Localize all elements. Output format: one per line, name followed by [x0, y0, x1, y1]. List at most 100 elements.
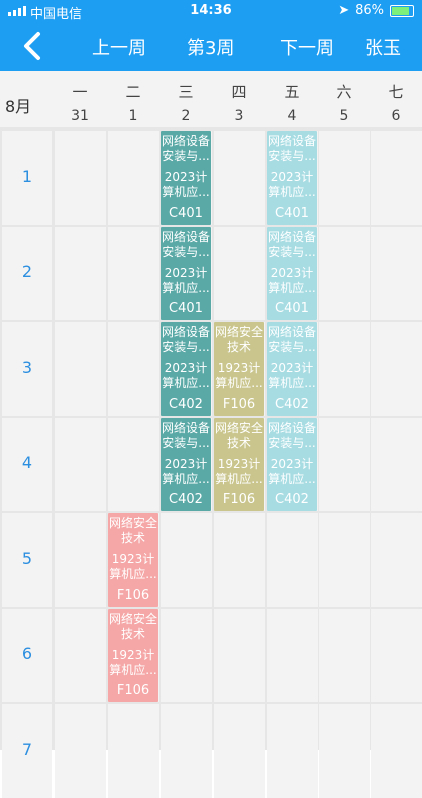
course-card[interactable]: 网络设备安装与... 2023计算机应... C402: [267, 417, 317, 511]
course-class: 2023计算机应...: [268, 170, 316, 199]
course-room: C402: [275, 492, 309, 507]
prev-week-button[interactable]: 上一周: [92, 34, 146, 60]
course-room: C401: [169, 205, 203, 221]
timetable-cell[interactable]: [371, 417, 422, 511]
timetable-cell[interactable]: [319, 608, 370, 702]
timetable-cell[interactable]: [267, 513, 318, 607]
timetable-cell[interactable]: [214, 131, 265, 225]
timetable-cell[interactable]: [55, 131, 106, 225]
course-title: 网络设备安装与...: [267, 134, 316, 163]
course-class: 1923计算机应...: [215, 361, 263, 390]
battery-icon: [390, 4, 414, 17]
course-class: 1923计算机应...: [109, 552, 157, 581]
timetable-cell[interactable]: [108, 131, 159, 225]
timetable-cell[interactable]: [108, 322, 159, 416]
course-class: 1923计算机应...: [215, 456, 263, 486]
timetable-cell[interactable]: [371, 226, 422, 320]
timetable-cell[interactable]: [319, 704, 370, 798]
course-card[interactable]: 网络安全技术 1923计算机应... F106: [108, 513, 158, 607]
day-name: 三: [178, 83, 194, 101]
day-header: 五4: [266, 81, 318, 124]
course-card[interactable]: 网络设备安装与... 2023计算机应... C401: [161, 226, 211, 320]
day-date: 5: [339, 108, 349, 124]
course-title: 网络设备安装与...: [267, 229, 316, 259]
timetable-cell[interactable]: [55, 513, 106, 607]
day-name: 六: [336, 83, 352, 101]
current-week-label: 第3周: [187, 38, 235, 59]
period-number: 3: [21, 357, 33, 377]
timetable-cell[interactable]: [371, 608, 422, 702]
course-title: 网络设备安装与...: [267, 325, 316, 354]
course-card[interactable]: 网络安全技术 1923计算机应... F106: [214, 417, 264, 511]
timetable-cell[interactable]: [267, 608, 318, 702]
course-room: C402: [169, 492, 203, 507]
day-name: 七: [388, 83, 404, 101]
week-header: 8月 一 31 二 1 三 2 四 3 五 4 六 5 七 6: [0, 71, 422, 127]
course-room: C401: [275, 205, 309, 221]
course-card[interactable]: 网络安全技术 1923计算机应... F106: [108, 608, 158, 702]
day-date: 1: [128, 108, 138, 124]
timetable-cell[interactable]: [108, 226, 159, 320]
day-name: 二: [125, 83, 141, 101]
timetable-cell[interactable]: [161, 513, 212, 607]
course-class: 2023计算机应...: [268, 456, 316, 486]
timetable-cell[interactable]: [319, 322, 370, 416]
timetable-cell[interactable]: [161, 704, 212, 798]
course-room: F106: [116, 587, 150, 603]
course-class: 2023计算机应...: [268, 361, 316, 390]
day-header: 四3: [213, 81, 265, 124]
day-date: 31: [71, 108, 89, 124]
timetable-cell[interactable]: [108, 704, 159, 798]
timetable-cell[interactable]: [214, 513, 265, 607]
course-card[interactable]: 网络设备安装与... 2023计算机应... C401: [267, 131, 317, 225]
course-card[interactable]: 网络设备安装与... 2023计算机应... C402: [267, 322, 317, 416]
course-card[interactable]: 网络安全技术 1923计算机应... F106: [214, 322, 264, 416]
timetable-cell[interactable]: [371, 322, 422, 416]
battery-percent: 86%: [355, 3, 384, 18]
timetable-cell[interactable]: [371, 131, 422, 225]
day-header: 二1: [107, 81, 159, 124]
timetable-cell[interactable]: [55, 608, 106, 702]
course-card[interactable]: 网络设备安装与... 2023计算机应... C401: [161, 131, 211, 225]
period-number: 7: [21, 739, 33, 759]
course-room: C401: [169, 301, 203, 316]
course-class: 2023计算机应...: [162, 170, 210, 199]
timetable-cell[interactable]: [267, 704, 318, 798]
timetable-cell[interactable]: [319, 513, 370, 607]
period-number: 1: [21, 166, 33, 186]
timetable-cell[interactable]: [55, 226, 106, 320]
timetable-cell[interactable]: [371, 704, 422, 798]
timetable-cell[interactable]: [214, 226, 265, 320]
week-navigation: 上一周 第3周 下一周 张玉: [0, 22, 422, 71]
course-title: 网络设备安装与...: [161, 420, 210, 450]
period-number: 2: [21, 262, 33, 282]
day-header: 三2: [160, 81, 212, 124]
timetable-cell[interactable]: [214, 704, 265, 798]
course-room: C402: [275, 396, 309, 412]
course-class: 2023计算机应...: [162, 265, 210, 295]
day-date: 6: [391, 108, 401, 124]
timetable-cell[interactable]: [55, 704, 106, 798]
timetable-cell[interactable]: [319, 226, 370, 320]
user-name[interactable]: 张玉: [365, 34, 401, 60]
timetable-cell[interactable]: [371, 513, 422, 607]
course-title: 网络安全技术: [108, 611, 157, 641]
day-name: 一: [72, 83, 88, 101]
timetable-cell[interactable]: [55, 417, 106, 511]
course-card[interactable]: 网络设备安装与... 2023计算机应... C401: [267, 226, 317, 320]
day-date: 4: [287, 108, 297, 124]
timetable-cell[interactable]: [55, 322, 106, 416]
next-week-button[interactable]: 下一周: [280, 34, 334, 60]
back-arrow-icon[interactable]: [12, 26, 52, 66]
timetable-cell[interactable]: [319, 131, 370, 225]
course-title: 网络安全技术: [214, 420, 263, 450]
course-class: 1923计算机应...: [109, 647, 157, 677]
course-card[interactable]: 网络设备安装与... 2023计算机应... C402: [161, 417, 211, 511]
timetable-cell[interactable]: [161, 608, 212, 702]
timetable-cell[interactable]: [319, 417, 370, 511]
course-card[interactable]: 网络设备安装与... 2023计算机应... C402: [161, 322, 211, 416]
timetable-cell[interactable]: [108, 417, 159, 511]
timetable-cell[interactable]: [214, 608, 265, 702]
timetable-grid: 1 2 3 4 5 6 7 网络设备安装与... 2023计算机应... C401 网络设备安装与.…: [0, 127, 422, 798]
course-room: F106: [222, 492, 256, 507]
